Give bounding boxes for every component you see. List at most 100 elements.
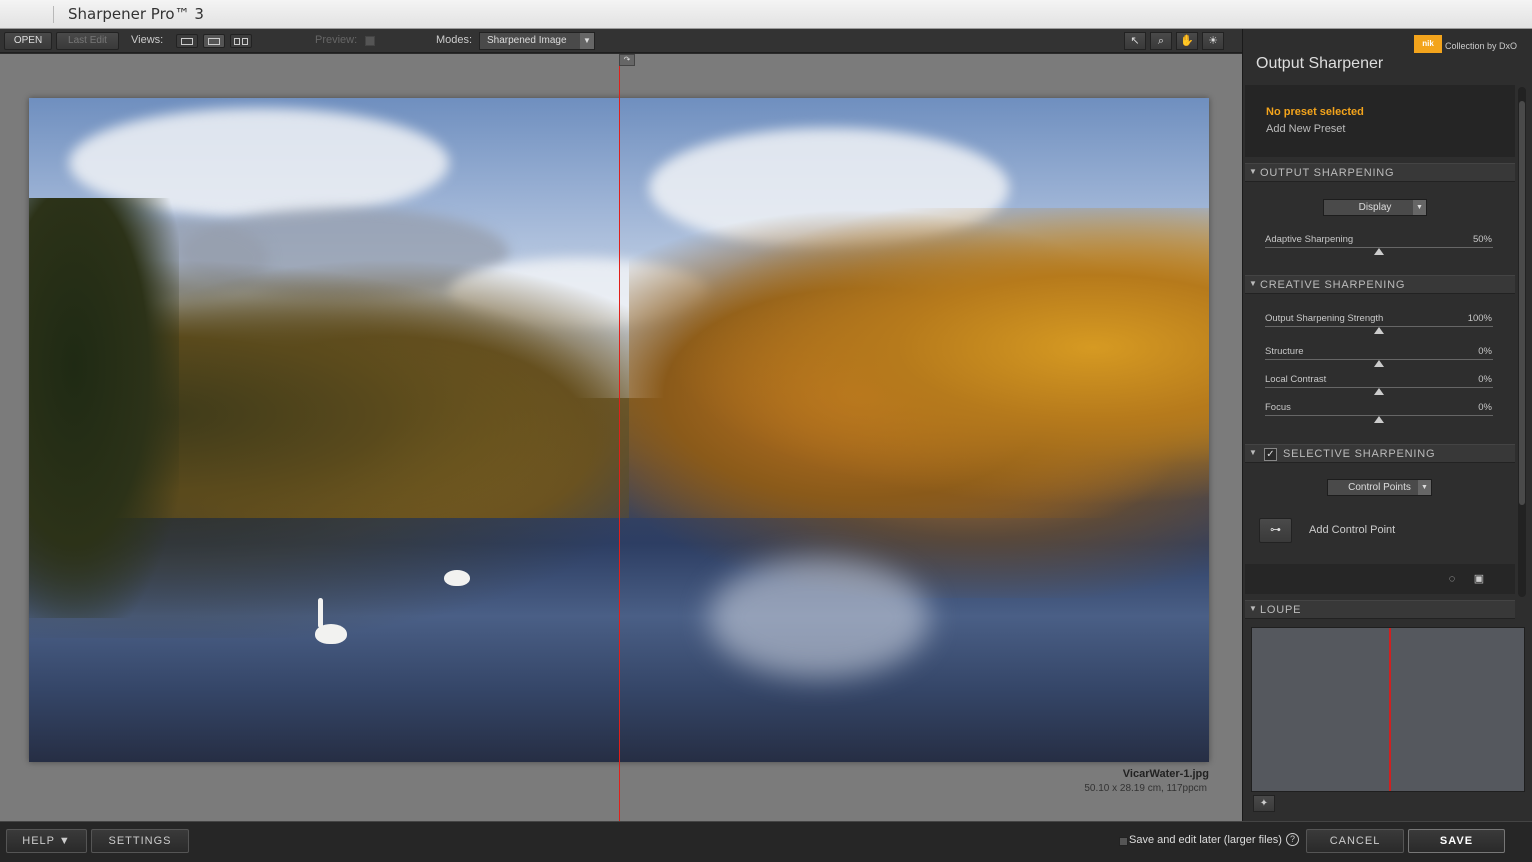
- preview-checkbox[interactable]: [365, 36, 375, 46]
- modes-select[interactable]: Sharpened Image ▼: [479, 32, 595, 50]
- slider-label: Output Sharpening Strength: [1265, 313, 1384, 324]
- side-by-side-right-icon: [242, 38, 248, 45]
- chevron-down-icon: ▼: [580, 33, 594, 49]
- selective-mode-select[interactable]: Control Points ▼: [1327, 479, 1432, 496]
- selective-sharpening-checkbox[interactable]: ✓: [1264, 448, 1277, 461]
- save-later-checkbox[interactable]: [1119, 837, 1128, 846]
- views-label: Views:: [131, 34, 164, 46]
- modes-select-value: Sharpened Image: [487, 35, 567, 46]
- add-preset-link[interactable]: Add New Preset: [1266, 123, 1345, 135]
- single-view-icon: [181, 38, 193, 45]
- split-view-icon: [208, 38, 220, 45]
- hand-icon: ✋: [1180, 35, 1194, 47]
- modes-label: Modes:: [436, 34, 473, 46]
- add-control-point-button[interactable]: ⊶: [1259, 518, 1292, 543]
- photo-swan: [444, 570, 470, 586]
- photo-swan-neck: [318, 598, 323, 628]
- square-select-icon[interactable]: ▣: [1473, 573, 1485, 585]
- output-type-value: Display: [1358, 202, 1392, 213]
- chevron-down-icon: ▼: [1418, 480, 1431, 495]
- nik-logo: nik: [1414, 35, 1442, 53]
- slider-label: Adaptive Sharpening: [1265, 234, 1354, 245]
- help-button[interactable]: HELP ▼: [6, 829, 87, 853]
- photo-tree-dark: [29, 198, 179, 618]
- open-button[interactable]: OPEN: [4, 32, 52, 50]
- arrow-pointer-icon: ↖: [1130, 35, 1140, 47]
- pin-icon: ✦: [1259, 798, 1269, 809]
- divider-handle[interactable]: ↷: [619, 54, 635, 66]
- preview-label: Preview:: [315, 34, 358, 46]
- slider-thumb[interactable]: [1374, 248, 1384, 255]
- right-panel: nik Collection by DxO Output Sharpener N…: [1242, 29, 1532, 821]
- chevron-down-icon: ▼: [1413, 200, 1426, 215]
- slider-thumb[interactable]: [1374, 360, 1384, 367]
- side-by-side-view-button[interactable]: [230, 34, 252, 48]
- collapse-triangle-icon: ▼: [1249, 167, 1257, 176]
- zoom-tool-button[interactable]: ⌕: [1150, 32, 1172, 50]
- pin-loupe-button[interactable]: ✦: [1253, 795, 1275, 812]
- scrollbar-thumb[interactable]: [1519, 101, 1525, 505]
- image-canvas[interactable]: VicarWater-1.jpg 50.10 x 28.19 cm, 117pp…: [0, 54, 1242, 821]
- control-point-tools: ◌ ▣: [1245, 564, 1515, 594]
- split-view-button[interactable]: [203, 34, 225, 48]
- photo-reflection-cloud: [709, 558, 929, 678]
- split-divider[interactable]: [619, 54, 620, 821]
- cancel-button[interactable]: CANCEL: [1306, 829, 1404, 853]
- collapse-triangle-icon: ▼: [1249, 279, 1257, 288]
- file-info: 50.10 x 28.19 cm, 117ppcm: [1084, 783, 1207, 794]
- settings-button[interactable]: SETTINGS: [91, 829, 189, 853]
- selective-mode-value: Control Points: [1348, 482, 1411, 493]
- top-toolbar: OPEN Last Edit Views: Preview: Modes: Sh…: [0, 29, 1242, 53]
- section-creative-sharpening[interactable]: ▼ CREATIVE SHARPENING: [1245, 275, 1515, 294]
- last-edit-button[interactable]: Last Edit: [56, 32, 119, 50]
- control-point-icon: ⊶: [1270, 524, 1281, 536]
- section-selective-sharpening[interactable]: ▼ ✓ SELECTIVE SHARPENING: [1245, 444, 1515, 463]
- slider-thumb[interactable]: [1374, 327, 1384, 334]
- add-control-point-label: Add Control Point: [1309, 524, 1396, 536]
- section-loupe[interactable]: ▼ LOUPE: [1245, 600, 1515, 619]
- output-type-select[interactable]: Display ▼: [1323, 199, 1427, 216]
- section-label: LOUPE: [1260, 604, 1302, 616]
- panel-title: Output Sharpener: [1256, 55, 1384, 72]
- single-view-button[interactable]: [176, 34, 198, 48]
- light-bulb-icon: ☀: [1208, 35, 1218, 47]
- slider-value: 0%: [1478, 402, 1492, 413]
- slider-label: Local Contrast: [1265, 374, 1327, 385]
- rotate-arrow-icon: ↷: [623, 55, 631, 64]
- loupe-divider: [1389, 628, 1391, 791]
- lasso-circle-icon[interactable]: ◌: [1446, 573, 1458, 585]
- slider-thumb[interactable]: [1374, 416, 1384, 423]
- file-name: VicarWater-1.jpg: [1122, 768, 1209, 780]
- slider-value: 0%: [1478, 346, 1492, 357]
- section-label: OUTPUT SHARPENING: [1260, 167, 1395, 179]
- slider-value: 50%: [1472, 234, 1492, 245]
- section-label: SELECTIVE SHARPENING: [1283, 448, 1436, 460]
- side-by-side-left-icon: [234, 38, 240, 45]
- save-later-label: Save and edit later (larger files): [1129, 834, 1282, 846]
- title-separator: [53, 6, 54, 23]
- collapse-triangle-icon: ▼: [1249, 604, 1257, 613]
- window-title: Sharpener Pro™ 3: [68, 5, 204, 23]
- collapse-triangle-icon: ▼: [1249, 448, 1257, 457]
- slider-thumb[interactable]: [1374, 388, 1384, 395]
- preset-box: [1245, 85, 1515, 157]
- slider-label: Structure: [1265, 346, 1304, 357]
- loupe-view[interactable]: [1251, 627, 1525, 792]
- bottom-bar: HELP ▼ SETTINGS Save and edit later (lar…: [0, 821, 1532, 862]
- section-label: CREATIVE SHARPENING: [1260, 279, 1406, 291]
- pointer-tool-button[interactable]: ↖: [1124, 32, 1146, 50]
- question-icon[interactable]: ?: [1286, 833, 1299, 846]
- slider-value: 100%: [1467, 313, 1492, 324]
- photo-trees-right: [629, 208, 1209, 518]
- section-output-sharpening[interactable]: ▼ OUTPUT SHARPENING: [1245, 163, 1515, 182]
- brand-collection: Collection by DxO: [1445, 41, 1518, 51]
- hand-tool-button[interactable]: ✋: [1176, 32, 1198, 50]
- slider-label: Focus: [1265, 402, 1291, 413]
- panel-scrollbar[interactable]: [1518, 87, 1526, 597]
- magnifier-icon: ⌕: [1157, 35, 1165, 47]
- title-bar: Sharpener Pro™ 3: [0, 0, 1532, 29]
- save-button[interactable]: SAVE: [1408, 829, 1505, 853]
- background-tool-button[interactable]: ☀: [1202, 32, 1224, 50]
- no-preset-label: No preset selected: [1266, 106, 1364, 118]
- slider-value: 0%: [1478, 374, 1492, 385]
